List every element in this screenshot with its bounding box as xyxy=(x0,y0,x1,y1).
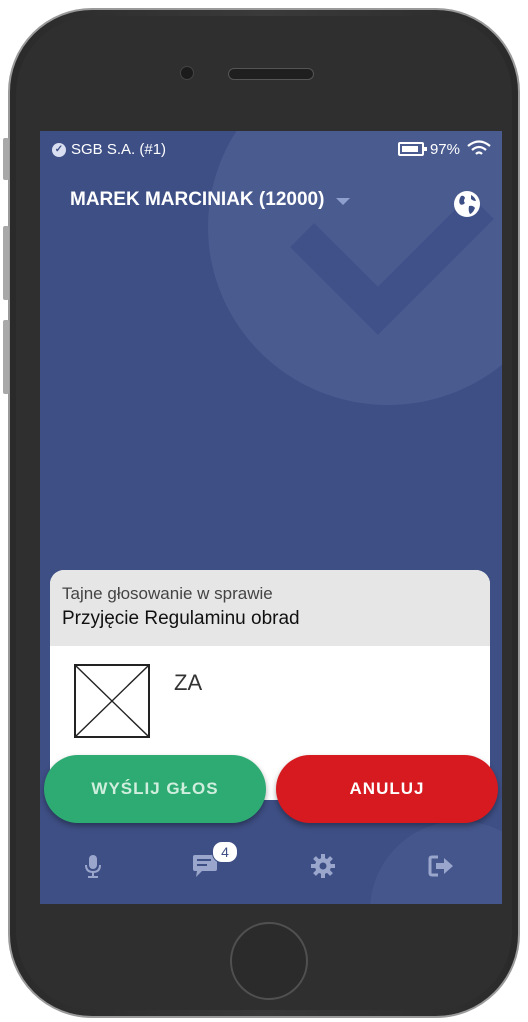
send-vote-button[interactable]: WYŚLIJ GŁOS xyxy=(44,755,266,823)
side-button-volume-down xyxy=(3,320,9,394)
messages-badge: 4 xyxy=(212,841,238,863)
app-screen: ✓ SGB S.A. (#1) 97% MAREK MARCINIAK (120… xyxy=(40,131,502,904)
org-name: SGB S.A. (#1) xyxy=(71,141,167,158)
option-label: ZA xyxy=(174,670,203,695)
vote-option[interactable]: ZA xyxy=(74,664,202,738)
status-org: ✓ SGB S.A. (#1) xyxy=(52,141,166,158)
side-button-mute xyxy=(3,138,9,180)
sign-out-icon[interactable] xyxy=(426,851,456,881)
status-indicators: 97% xyxy=(397,140,492,158)
messages-nav[interactable]: 4 xyxy=(190,841,238,881)
gear-icon[interactable] xyxy=(308,851,338,881)
caret-down-icon xyxy=(336,198,351,205)
option-image-placeholder xyxy=(74,664,150,738)
earpiece-speaker xyxy=(228,68,314,80)
side-button-volume-up xyxy=(3,226,9,300)
user-name: MAREK MARCINIAK (12000) xyxy=(70,189,325,210)
bottom-nav: 4 xyxy=(40,841,502,891)
dialog-subtitle: Tajne głosowanie w sprawie xyxy=(62,584,273,603)
front-camera xyxy=(180,66,194,80)
globe-icon[interactable] xyxy=(452,189,482,219)
wifi-icon xyxy=(467,140,491,155)
check-circle-icon: ✓ xyxy=(52,142,66,157)
battery-level: 97% xyxy=(429,140,460,158)
dialog-header: Tajne głosowanie w sprawie Przyjęcie Reg… xyxy=(50,570,490,646)
cancel-button[interactable]: ANULUJ xyxy=(276,755,498,823)
user-selector[interactable]: MAREK MARCINIAK (12000) xyxy=(70,189,351,211)
microphone-icon[interactable] xyxy=(78,851,108,881)
battery-icon xyxy=(397,142,427,156)
dialog-title: Przyjęcie Regulaminu obrad xyxy=(62,608,300,629)
home-button[interactable] xyxy=(230,922,308,1000)
status-bar: ✓ SGB S.A. (#1) 97% xyxy=(40,131,502,167)
